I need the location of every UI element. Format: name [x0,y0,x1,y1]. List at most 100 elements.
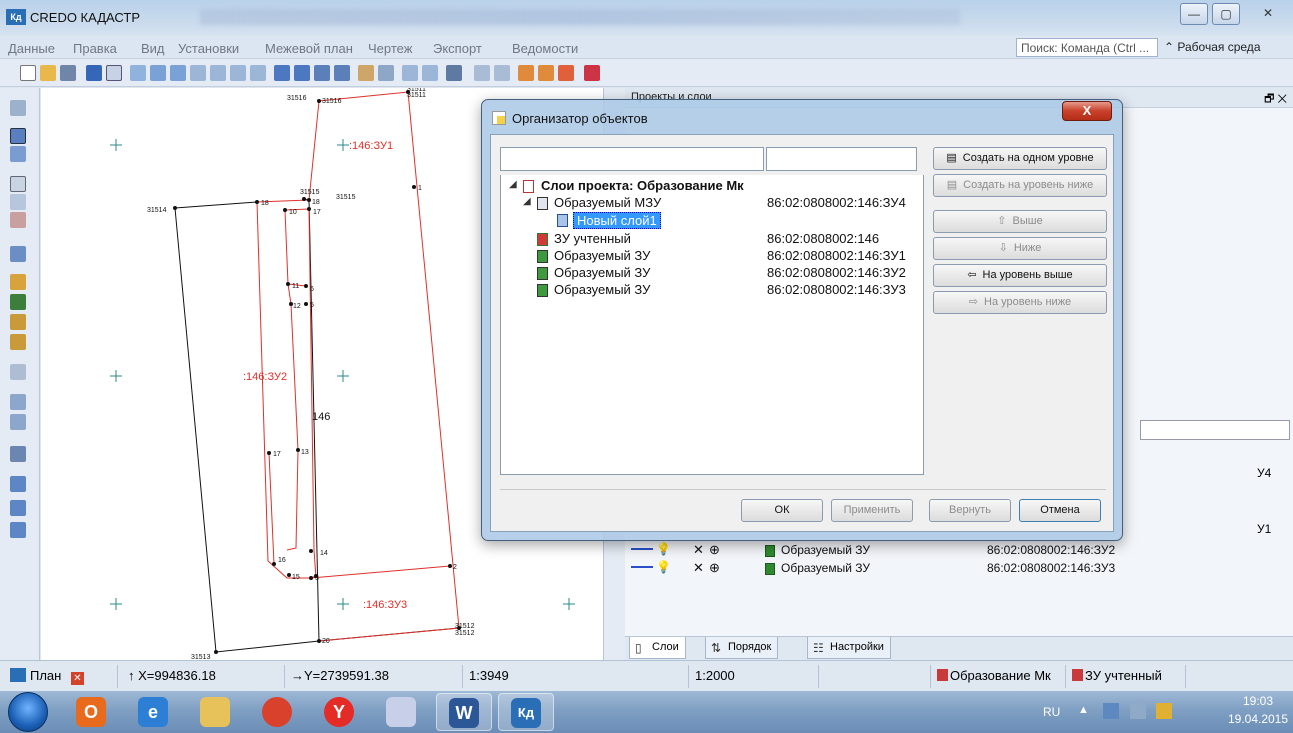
menu-data[interactable]: Данные [8,41,55,56]
menu-view[interactable]: Вид [141,41,165,56]
pencil-icon[interactable] [446,65,462,81]
edit-polygon-icon[interactable] [558,65,574,81]
select-tool-icon[interactable] [10,128,26,144]
menu-drawing[interactable]: Чертеж [368,41,412,56]
tray-expand-icon[interactable]: ▲ [1078,704,1089,716]
taskbar-app[interactable] [250,693,306,731]
zoom-prev-icon[interactable] [210,65,226,81]
tree-item[interactable]: Образуемый ЗУ 86:02:0808002:146:ЗУ2 [501,265,921,282]
menu-edit[interactable]: Правка [73,41,117,56]
close-icon[interactable]: ✕ [70,672,84,685]
target-icon[interactable]: ⊕ [709,542,720,558]
edit-lines-icon[interactable] [538,65,554,81]
taskbar-app[interactable]: W [436,693,492,731]
tree-item-selected[interactable]: Новый слой1 [501,212,921,229]
network-icon[interactable] [1156,703,1172,719]
menu-settings[interactable]: Установки [178,41,239,56]
hand-pan-icon[interactable] [358,65,374,81]
tab-order[interactable]: ⇅ Порядок [705,637,779,659]
target-icon[interactable]: ⊕ [709,560,720,576]
tree-item[interactable]: ЗУ учтенный 86:02:0808002:146 [501,231,921,248]
taskbar-app[interactable]: O [64,693,120,731]
close-button[interactable]: ✕ [1254,3,1282,25]
zoom-all-icon[interactable] [190,65,206,81]
percent-icon[interactable] [584,65,600,81]
table-icon[interactable] [10,294,26,310]
revert-button[interactable]: Вернуть [929,499,1011,522]
info-icon[interactable] [86,65,102,81]
layer-filter-input[interactable] [1140,420,1290,440]
level-up-button[interactable]: ⇦ На уровень выше [933,264,1107,287]
code-filter-input[interactable] [766,147,917,171]
taskbar-app[interactable] [188,693,244,731]
delete-tool-icon[interactable] [10,212,26,228]
project-icon[interactable] [106,65,122,81]
edit-points-icon[interactable] [518,65,534,81]
tab-settings[interactable]: ☷ Настройки [807,637,891,659]
tree-item[interactable]: Образуемый ЗУ 86:02:0808002:146:ЗУ1 [501,248,921,265]
link-icon[interactable] [631,548,653,550]
text-tool-icon[interactable] [10,176,26,192]
expand-icon[interactable]: ◢ [523,196,531,207]
taskbar-app[interactable]: Y [312,693,368,731]
tree-item[interactable]: ◢ Образуемый МЗУ 86:02:0808002:146:ЗУ4 [501,195,921,212]
clock-time[interactable]: 19:03 [1232,694,1284,708]
redo-icon[interactable] [494,65,510,81]
volume-icon[interactable] [1130,703,1146,719]
menu-reports[interactable]: Ведомости [512,41,578,56]
link-icon[interactable] [631,566,653,568]
active-project[interactable]: Образование Мк [931,665,1066,688]
open-folder-icon[interactable] [40,65,56,81]
tree-root[interactable]: ◢ Слои проекта: Образование Мк [501,178,921,195]
layer-up-icon[interactable] [314,65,330,81]
catalog-icon[interactable] [10,446,26,462]
clock-date[interactable]: 19.04.2015 [1225,712,1291,726]
select-add-icon[interactable] [10,146,26,162]
cross-icon[interactable] [378,65,394,81]
copy-icon[interactable] [10,364,26,380]
zoom-out-icon[interactable] [170,65,186,81]
parcel-icon[interactable] [10,314,26,330]
create-level-below-button[interactable]: ▤ Создать на уровень ниже [933,174,1107,197]
move-down-button[interactable]: ⇩ Ниже [933,237,1107,260]
marker-m-icon[interactable] [10,500,26,516]
bulb-icon[interactable]: 💡 [656,560,671,574]
workspace-button[interactable]: ⌃ Рабочая среда [1164,40,1261,54]
pin-icon[interactable]: 🗗 ✕ [1264,90,1287,109]
ok-button[interactable]: ОК [741,499,823,522]
expand-icon[interactable]: ◢ [509,179,517,190]
maximize-button[interactable]: ▢ [1212,3,1240,25]
layer-down-icon[interactable] [334,65,350,81]
tree-item[interactable]: Образуемый ЗУ 86:02:0808002:146:ЗУ3 [501,282,921,299]
hide-icon[interactable]: ✕ [693,560,704,576]
parcel-split-icon[interactable] [10,334,26,350]
marker-n-icon[interactable] [10,522,26,538]
tab-layers[interactable]: ▯ Слои [629,637,686,659]
apply-button[interactable]: Применить [831,499,913,522]
document-icon[interactable] [10,394,26,410]
taskbar-app[interactable] [374,693,430,731]
taskbar-app[interactable]: e [126,693,182,731]
name-filter-input[interactable] [500,147,764,171]
language-indicator[interactable]: RU [1043,705,1060,719]
document-list-icon[interactable] [10,414,26,430]
zoom-next-icon[interactable] [230,65,246,81]
new-file-icon[interactable] [20,65,36,81]
layer-row[interactable]: 💡 ✕ ⊕ Образуемый ЗУ 86:02:0808002:146:ЗУ… [631,560,1291,578]
point-tool-icon[interactable] [10,194,26,210]
move-up-button[interactable]: ⇧ Выше [933,210,1107,233]
create-same-level-button[interactable]: ▤ Создать на одном уровне [933,147,1107,170]
select-add-icon[interactable] [422,65,438,81]
save-icon[interactable] [60,65,76,81]
pan-right-icon[interactable] [294,65,310,81]
level-down-button[interactable]: ⇨ На уровень ниже [933,291,1107,314]
dialog-close-button[interactable]: X [1062,101,1112,121]
minimize-button[interactable]: — [1180,3,1208,25]
zoom-in-icon[interactable] [150,65,166,81]
active-layer[interactable]: ЗУ учтенный [1066,665,1186,688]
pan-left-icon[interactable] [274,65,290,81]
bulb-icon[interactable]: 💡 [656,542,671,556]
menu-export[interactable]: Экспорт [433,41,482,56]
layer-row[interactable]: 💡 ✕ ⊕ Образуемый ЗУ 86:02:0808002:146:ЗУ… [631,542,1291,560]
marker-d-icon[interactable] [10,476,26,492]
